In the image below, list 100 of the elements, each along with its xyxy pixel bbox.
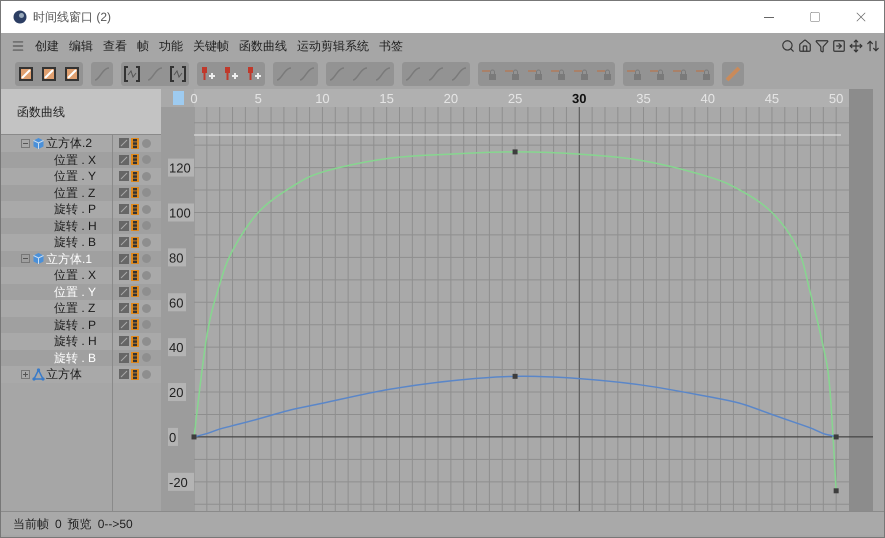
film-icon[interactable] bbox=[131, 220, 139, 232]
mode-icon bbox=[40, 65, 58, 83]
value-axis: -20 0 20 40 60 80 100 120 bbox=[161, 107, 194, 511]
film-icon[interactable] bbox=[131, 319, 139, 330]
status-label: 当前帧 bbox=[13, 516, 49, 532]
menu-item[interactable]: 功能 bbox=[159, 37, 183, 55]
film-icon[interactable] bbox=[131, 302, 139, 314]
y-tick-label: 80 bbox=[169, 250, 184, 266]
track-label[interactable]: 位置 . X bbox=[54, 269, 96, 282]
edit-icon[interactable] bbox=[119, 171, 129, 182]
curve-icon bbox=[93, 65, 111, 83]
menu-item[interactable]: 创建 bbox=[35, 37, 59, 55]
menu-icon[interactable] bbox=[11, 39, 25, 53]
playhead-marker[interactable] bbox=[173, 91, 184, 105]
y-tick-label: 60 bbox=[169, 295, 184, 310]
search-icon[interactable] bbox=[781, 39, 795, 53]
curve-icon bbox=[298, 65, 316, 83]
edit-icon[interactable] bbox=[119, 254, 129, 264]
track-label[interactable]: 旋转 . P bbox=[54, 203, 96, 216]
film-icon[interactable] bbox=[131, 352, 139, 364]
y-tick-label: -20 bbox=[169, 474, 188, 490]
keyframe-point[interactable] bbox=[834, 488, 839, 494]
curve-icon bbox=[275, 65, 293, 83]
edit-icon[interactable] bbox=[119, 303, 129, 314]
curve-icon bbox=[374, 65, 392, 83]
collapse-toggle[interactable] bbox=[21, 254, 30, 264]
curve-icon bbox=[351, 65, 369, 83]
y-tick-label: 20 bbox=[169, 385, 184, 400]
maximize-icon bbox=[809, 11, 821, 23]
film-icon[interactable] bbox=[131, 336, 139, 347]
film-icon[interactable] bbox=[131, 270, 139, 281]
y-tick-label: 0 bbox=[169, 430, 176, 445]
y-tick-label: 100 bbox=[169, 205, 191, 220]
menu-item[interactable]: 书签 bbox=[379, 37, 403, 55]
menu-item[interactable]: 帧 bbox=[137, 37, 149, 55]
track-label[interactable]: 旋转 . B bbox=[54, 236, 96, 248]
track-label[interactable]: 位置 . Z bbox=[54, 302, 96, 314]
film-icon[interactable] bbox=[131, 204, 139, 215]
frame-icon[interactable] bbox=[832, 39, 846, 53]
curve-icon bbox=[404, 65, 422, 83]
edit-icon[interactable] bbox=[119, 336, 129, 346]
menu-item[interactable]: 查看 bbox=[103, 37, 127, 55]
keyframe-icon bbox=[245, 65, 263, 83]
film-icon[interactable] bbox=[131, 253, 139, 264]
triangle-joint-icon bbox=[32, 368, 45, 381]
edit-icon[interactable] bbox=[119, 320, 129, 330]
film-icon[interactable] bbox=[131, 138, 139, 149]
film-icon[interactable] bbox=[131, 236, 139, 248]
edit-icon[interactable] bbox=[119, 352, 129, 363]
collapse-toggle[interactable] bbox=[21, 138, 30, 148]
keyframe-icon bbox=[199, 65, 217, 83]
up-down-arrow-icon[interactable] bbox=[866, 39, 880, 53]
menu-item[interactable]: 运动剪辑系统 bbox=[297, 37, 369, 55]
track-label[interactable]: 立方体 bbox=[46, 368, 82, 380]
keyframe-point[interactable] bbox=[192, 434, 196, 440]
bracket-icon bbox=[169, 65, 187, 83]
film-icon[interactable] bbox=[131, 368, 139, 380]
menu-item[interactable]: 关键帧 bbox=[193, 37, 229, 55]
panel-title: 函数曲线 bbox=[17, 104, 65, 120]
status-value: 0-->50 bbox=[98, 516, 133, 532]
track-label[interactable]: 旋转 . H bbox=[54, 335, 97, 348]
frame-marker-line[interactable] bbox=[578, 106, 580, 511]
film-icon[interactable] bbox=[131, 286, 139, 298]
film-icon[interactable] bbox=[131, 187, 139, 198]
edit-icon[interactable] bbox=[119, 220, 129, 231]
keyframe-point[interactable] bbox=[512, 374, 518, 379]
track-label[interactable]: 位置 . Y bbox=[54, 170, 96, 182]
curve-icon bbox=[450, 65, 468, 83]
window-title: 时间线窗口 (2) bbox=[33, 9, 111, 26]
filter-icon[interactable] bbox=[815, 39, 829, 53]
keyframe-icon bbox=[222, 65, 240, 83]
expand-toggle[interactable] bbox=[21, 370, 30, 379]
y-tick-label: 120 bbox=[169, 160, 191, 176]
x-tick-label: 30 bbox=[572, 91, 587, 106]
keyframe-point[interactable] bbox=[834, 434, 839, 440]
move-icon[interactable] bbox=[849, 39, 863, 53]
house-icon[interactable] bbox=[798, 39, 812, 53]
menu-item[interactable]: 函数曲线 bbox=[239, 37, 287, 55]
edit-icon[interactable] bbox=[119, 286, 129, 297]
film-icon[interactable] bbox=[131, 170, 139, 182]
keyframe-point[interactable] bbox=[512, 149, 518, 154]
mode-icon bbox=[17, 65, 35, 83]
edit-icon[interactable] bbox=[119, 154, 129, 165]
menu-item[interactable]: 编辑 bbox=[69, 37, 93, 55]
edit-icon[interactable] bbox=[119, 138, 129, 148]
edit-icon[interactable] bbox=[119, 270, 129, 280]
edit-icon[interactable] bbox=[119, 237, 129, 248]
app-logo-icon bbox=[13, 10, 27, 24]
plus-icon bbox=[22, 370, 29, 378]
curve-icon bbox=[427, 65, 445, 83]
cube-icon bbox=[32, 252, 45, 266]
edit-icon[interactable] bbox=[119, 188, 129, 198]
status-value: 0 bbox=[55, 516, 62, 532]
film-icon[interactable] bbox=[131, 154, 139, 166]
track-label[interactable]: 立方体.2 bbox=[46, 137, 92, 150]
edit-icon[interactable] bbox=[119, 369, 129, 380]
status-label: 预览 bbox=[68, 516, 92, 532]
edit-icon[interactable] bbox=[119, 204, 129, 214]
track-label[interactable]: 位置 . Z bbox=[54, 186, 96, 199]
cube-icon bbox=[32, 136, 45, 150]
